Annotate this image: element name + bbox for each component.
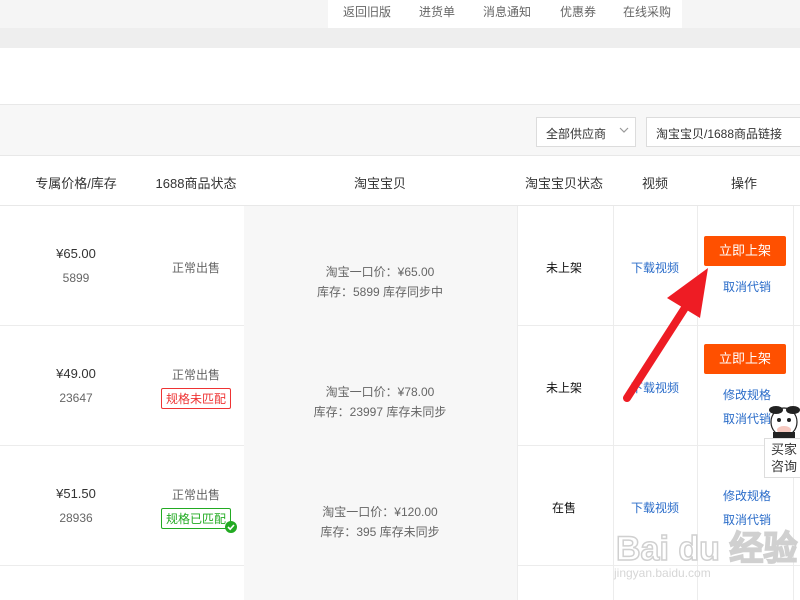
1688-status: 正常出售 bbox=[171, 368, 221, 382]
spec-matched-badge: 规格已匹配 bbox=[160, 508, 238, 533]
spec-unmatched-badge: 规格未匹配 bbox=[160, 388, 232, 409]
spec-matched-badge-label: 规格已匹配 bbox=[165, 512, 227, 526]
stock-count: 5899 bbox=[62, 271, 90, 285]
column-header-taobao-item: 淘宝宝贝 bbox=[353, 176, 407, 191]
download-video-link[interactable]: 下载视频 bbox=[631, 379, 679, 396]
taobao-price: 淘宝一口价：¥120.00 bbox=[322, 505, 438, 519]
watermark-url: jingyan.baidu.com bbox=[614, 566, 711, 580]
column-header-actions: 操作 bbox=[730, 176, 758, 191]
search-placeholder: 淘宝宝贝/1688商品链接 bbox=[656, 127, 783, 141]
column-header-taobao-status: 淘宝宝贝状态 bbox=[524, 176, 604, 191]
taobao-status: 未上架 bbox=[545, 381, 583, 395]
buyer-consult-button[interactable]: 买家 咨询 bbox=[764, 438, 800, 478]
cancel-dropship-link[interactable]: 取消代销 bbox=[723, 278, 771, 295]
chevron-down-icon bbox=[619, 127, 629, 133]
nav-coupons-link[interactable]: 优惠券 bbox=[560, 3, 596, 20]
nav-notifications-link[interactable]: 消息通知 bbox=[483, 3, 531, 20]
stock-count: 23647 bbox=[59, 391, 93, 405]
nav-purchase-order-link[interactable]: 进货单 bbox=[419, 3, 455, 20]
column-divider bbox=[517, 206, 518, 600]
taobao-stock: 库存：23997 库存未同步 bbox=[313, 405, 447, 419]
taobao-status: 在售 bbox=[551, 501, 577, 515]
exclusive-price: ¥49.00 bbox=[56, 366, 96, 381]
watermark-logo-text: Bai du 经验 bbox=[616, 529, 797, 568]
column-header-price-stock: 专属价格/库存 bbox=[35, 176, 117, 191]
taobao-item-cell bbox=[244, 566, 518, 600]
consult-line-1: 买家 bbox=[770, 442, 797, 457]
supplier-select[interactable]: 全部供应商 bbox=[536, 117, 636, 147]
nav-online-purchase-link[interactable]: 在线采购 bbox=[623, 3, 671, 20]
column-header-1688-status: 1688商品状态 bbox=[155, 176, 237, 191]
list-now-button[interactable]: 立即上架 bbox=[704, 236, 786, 266]
consult-line-2: 咨询 bbox=[770, 459, 797, 474]
taobao-status: 未上架 bbox=[545, 261, 583, 275]
taobao-stock: 库存：5899 库存同步中 bbox=[316, 285, 444, 299]
exclusive-price: ¥51.50 bbox=[56, 486, 96, 501]
exclusive-price: ¥65.00 bbox=[56, 246, 96, 261]
stock-count: 28936 bbox=[59, 511, 93, 525]
product-link-search-input[interactable]: 淘宝宝贝/1688商品链接 bbox=[646, 117, 800, 147]
check-icon bbox=[225, 521, 238, 533]
table-header: 专属价格/库存 1688商品状态 淘宝宝贝 淘宝宝贝状态 视频 操作 bbox=[0, 156, 800, 206]
supplier-select-value: 全部供应商 bbox=[546, 127, 607, 141]
nav-old-version-link[interactable]: 返回旧版 bbox=[343, 3, 391, 20]
taobao-stock: 库存：395 库存未同步 bbox=[320, 525, 440, 539]
1688-status: 正常出售 bbox=[171, 261, 221, 275]
list-now-button[interactable]: 立即上架 bbox=[704, 344, 786, 374]
download-video-link[interactable]: 下载视频 bbox=[631, 259, 679, 276]
taobao-price: 淘宝一口价：¥78.00 bbox=[325, 385, 435, 399]
taobao-price: 淘宝一口价：¥65.00 bbox=[325, 265, 435, 279]
table-row: ¥49.00 23647 正常出售 规格未匹配 淘宝一口价：¥78.00 库存：… bbox=[0, 326, 800, 446]
table-row: ¥65.00 5899 正常出售 淘宝一口价：¥65.00 库存：5899 库存… bbox=[0, 206, 800, 326]
1688-status: 正常出售 bbox=[171, 488, 221, 502]
header-divider-band bbox=[0, 28, 800, 48]
column-header-video: 视频 bbox=[641, 176, 669, 191]
